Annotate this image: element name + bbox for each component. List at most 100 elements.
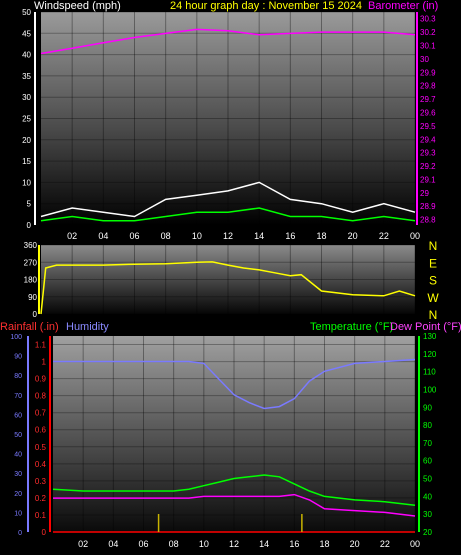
temperature-tick-label: 120: [423, 350, 437, 359]
humidity-tick-label: 50: [14, 432, 22, 439]
compass-label: N: [429, 239, 438, 253]
barometer-tick-label: 29.5: [420, 122, 436, 131]
barometer-tick-label: 30.1: [420, 41, 436, 50]
barometer-tick-label: 30.3: [420, 15, 436, 24]
rainfall-tick-label: 0.6: [35, 426, 47, 435]
temperature-tick-label: 30: [423, 510, 432, 519]
barometer-tick-label: 30.2: [420, 28, 436, 37]
time-tick-label: 14: [259, 539, 269, 549]
time-tick-label: 20: [348, 231, 358, 241]
time-tick-label: 02: [67, 231, 77, 241]
barometer-tick-label: 28.8: [420, 216, 436, 225]
rainfall-tick-label: 1.1: [35, 341, 47, 350]
time-tick-label: 16: [285, 231, 295, 241]
wind-tick-label: 20: [22, 136, 31, 145]
barometer-tick-label: 29.8: [420, 82, 436, 91]
time-tick-label: 04: [98, 231, 108, 241]
barometer-tick-label: 29.9: [420, 68, 436, 77]
time-tick-label: 08: [169, 539, 179, 549]
wind-tick-label: 35: [22, 72, 31, 81]
humidity-tick-label: 0: [18, 530, 22, 537]
wind-tick-label: 40: [22, 51, 31, 60]
time-tick-label: 04: [108, 539, 118, 549]
rainfall-tick-label: 0.9: [35, 375, 47, 384]
wind-tick-label: 5: [27, 200, 32, 209]
windspeed-axis-label: Windspeed (mph): [34, 0, 121, 12]
humidity-tick-label: 20: [14, 491, 22, 498]
rainfall-tick-label: 0.8: [35, 392, 47, 401]
time-tick-label: 16: [289, 539, 299, 549]
barometer-tick-label: 30: [420, 55, 429, 64]
time-tick-label: 00: [410, 539, 420, 549]
compass-label: E: [429, 256, 437, 270]
time-tick-label: 06: [138, 539, 148, 549]
time-tick-label: 10: [192, 231, 202, 241]
barometer-tick-label: 29.7: [420, 95, 436, 104]
wind-tick-label: 25: [22, 115, 31, 124]
rainfall-tick-label: 0.7: [35, 409, 47, 418]
barometer-tick-label: 29.2: [420, 162, 436, 171]
barometer-tick-label: 29: [420, 189, 429, 198]
humidity-tick-label: 40: [14, 452, 22, 459]
rainfall-tick-label: 0.2: [35, 494, 47, 503]
rainfall-tick-label: 0: [42, 528, 47, 537]
time-tick-label: 20: [350, 539, 360, 549]
temperature-tick-label: 70: [423, 439, 432, 448]
barometer-tick-label: 29.3: [420, 149, 436, 158]
direction-tick-label: 180: [24, 276, 38, 285]
time-tick-label: 08: [161, 231, 171, 241]
wind-tick-label: 45: [22, 29, 31, 38]
humidity-tick-label: 90: [14, 354, 22, 361]
humidity-tick-label: 70: [14, 393, 22, 400]
temperature-tick-label: 80: [423, 421, 432, 430]
wind-tick-label: 0: [27, 221, 32, 230]
temperature-tick-label: 130: [423, 332, 437, 341]
rainfall-tick-label: 0.5: [35, 443, 47, 452]
humidity-tick-label: 100: [10, 334, 22, 341]
barometer-tick-label: 29.1: [420, 175, 436, 184]
wind-tick-label: 30: [22, 93, 31, 102]
compass-label: S: [429, 274, 437, 288]
barometer-axis-label: Barometer (in): [368, 0, 438, 12]
weather-graph: 02 04 06 08 10 12 14 16 18 20 22 0002 04 06 08 10 12 14 16…: [0, 0, 461, 549]
rainfall-tick-label: 0.1: [35, 511, 47, 520]
graph-title: 24 hour graph day : November 15 2024: [170, 0, 362, 12]
temperature-tick-label: 50: [423, 475, 432, 484]
direction-tick-label: 0: [33, 310, 38, 319]
wind-tick-label: 15: [22, 157, 31, 166]
humidity-tick-label: 80: [14, 373, 22, 380]
humidity-tick-label: 10: [14, 510, 22, 517]
rainfall-axis-label: Rainfall (.in): [0, 321, 59, 333]
time-tick-label: 22: [379, 231, 389, 241]
humidity-tick-label: 30: [14, 471, 22, 478]
temperature-axis-label: Temperature (°F): [310, 321, 393, 333]
time-tick-label: 02: [78, 539, 88, 549]
barometer-tick-label: 28.9: [420, 202, 436, 211]
temperature-tick-label: 100: [423, 385, 437, 394]
rainfall-tick-label: 0.4: [35, 460, 47, 469]
rainfall-tick-label: 0.3: [35, 477, 47, 486]
temperature-tick-label: 40: [423, 492, 432, 501]
humidity-axis-label: Humidity: [66, 321, 109, 333]
temperature-tick-label: 20: [423, 528, 432, 537]
temperature-tick-label: 110: [423, 368, 436, 377]
compass-label: N: [429, 308, 438, 322]
time-tick-label: 06: [129, 231, 139, 241]
temperature-tick-label: 90: [423, 403, 432, 412]
time-tick-label: 12: [223, 231, 233, 241]
dewpoint-axis-label: Dew Point (°F): [390, 321, 461, 333]
time-tick-label: 00: [410, 231, 420, 241]
wind-tick-label: 10: [22, 178, 31, 187]
rainfall-tick-label: 1: [42, 358, 47, 367]
barometer-tick-label: 29.6: [420, 108, 436, 117]
direction-tick-label: 270: [24, 258, 38, 267]
time-tick-label: 10: [199, 539, 209, 549]
humidity-tick-label: 60: [14, 412, 22, 419]
temperature-tick-label: 60: [423, 457, 432, 466]
time-tick-label: 18: [316, 231, 326, 241]
time-tick-label: 12: [229, 539, 239, 549]
compass-label: W: [427, 291, 439, 305]
time-tick-label: 14: [254, 231, 264, 241]
barometer-tick-label: 29.4: [420, 135, 436, 144]
time-tick-label: 18: [319, 539, 329, 549]
